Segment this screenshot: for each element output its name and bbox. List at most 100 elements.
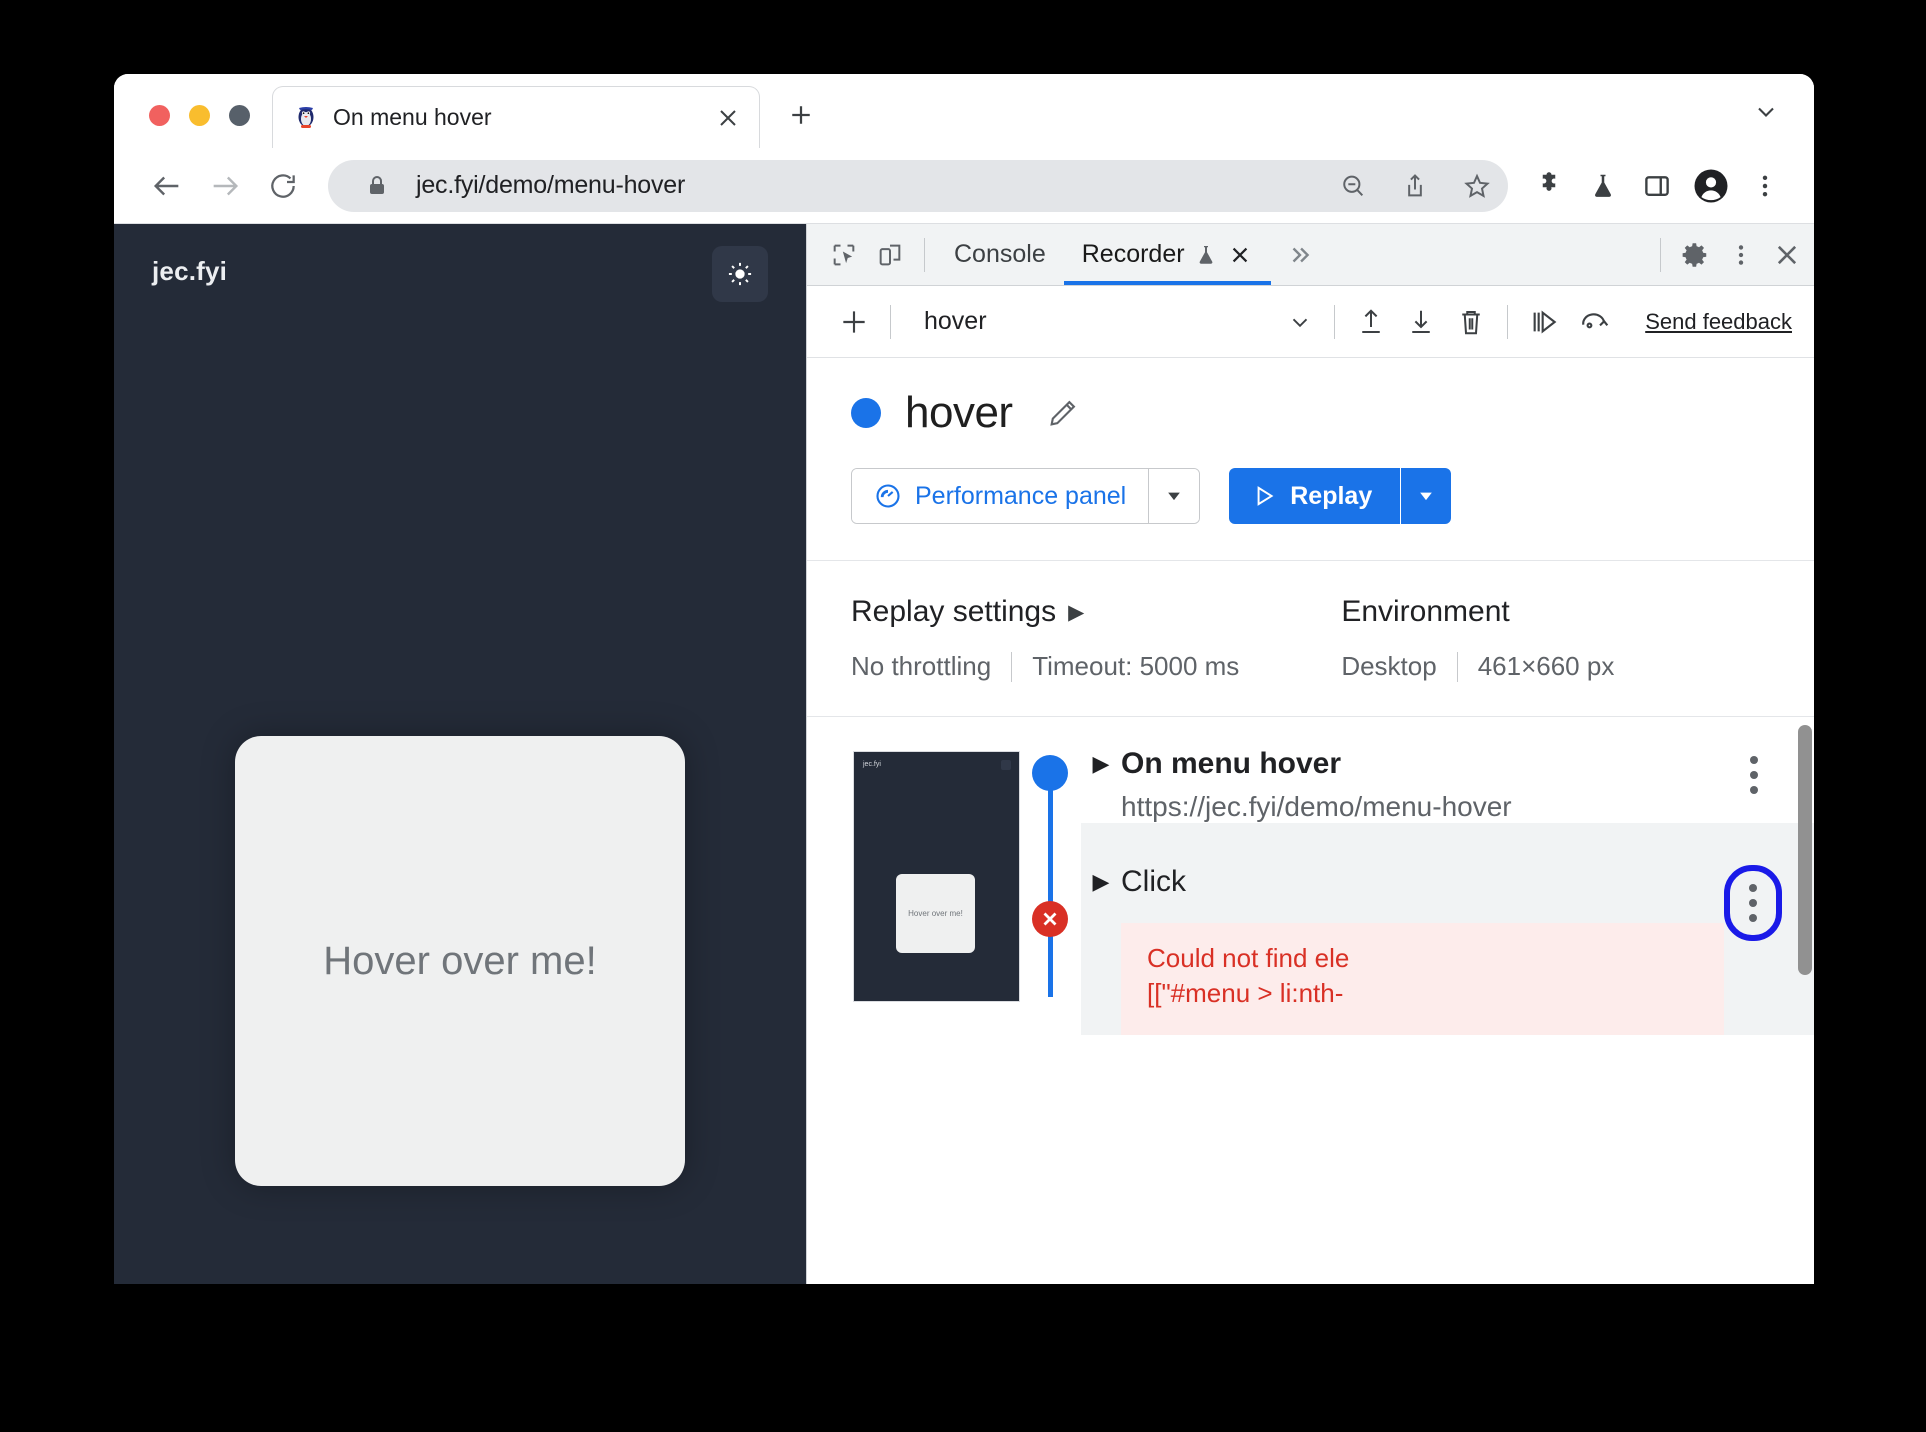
browser-window: On menu hover jec.fyi/demo/menu-hover je… [114,74,1814,1284]
replay-environment-settings: Replay settings ▶ No throttling Timeout:… [807,561,1814,717]
steps-timeline [1019,717,1081,1035]
hover-target-card[interactable]: Hover over me! [235,736,685,1186]
share-icon[interactable] [1392,163,1438,209]
replay-button-label: Replay [1290,481,1373,510]
chevron-down-icon[interactable] [1744,90,1788,134]
error-x-icon [1032,901,1068,937]
window-controls[interactable] [114,105,272,148]
lock-icon [354,163,400,209]
step-error-line-1: Could not find ele [1147,943,1350,973]
web-page-viewport: jec.fyi Hover over me! [114,224,806,1284]
sun-icon[interactable] [712,246,768,302]
step-screenshot-thumbnail[interactable]: jec.fyi Hover over me! [853,751,1020,1002]
thumbnail-hover-card: Hover over me! [896,874,975,953]
gear-icon[interactable] [1672,232,1718,278]
chevron-double-right-icon[interactable] [1277,232,1323,278]
close-window-button[interactable] [149,105,170,126]
plus-icon[interactable] [829,297,879,347]
step-error-message: Could not find ele [["#menu > li:nth- [1121,923,1724,1036]
arrow-left-icon[interactable] [138,157,196,215]
play-step-icon[interactable] [1519,297,1569,347]
device-value: Desktop [1341,651,1437,681]
new-tab-button[interactable] [778,92,824,138]
three-dot-menu-icon[interactable] [1726,747,1782,803]
close-icon[interactable] [1227,242,1253,268]
side-panel-icon[interactable] [1630,159,1684,213]
address-bar-url: jec.fyi/demo/menu-hover [416,171,686,199]
replay-split-button[interactable]: Replay [1229,468,1452,524]
steps-scrollbar[interactable] [1798,717,1812,1284]
browser-tab-title: On menu hover [333,104,492,130]
replay-dropdown[interactable] [1401,468,1452,524]
replay-settings-toggle[interactable]: Replay settings ▶ [851,595,1259,629]
performance-panel-split-button[interactable]: Performance panel [851,468,1201,524]
close-icon[interactable] [1764,232,1810,278]
flask-icon [1194,243,1218,267]
download-icon[interactable] [1396,297,1446,347]
reload-icon[interactable] [254,157,312,215]
minimize-window-button[interactable] [189,105,210,126]
three-dot-menu-icon[interactable] [1738,159,1792,213]
steps-content: ▶ On menu hover https://jec.fyi/demo/men… [1081,717,1814,1036]
chevron-down-icon[interactable] [1277,299,1323,345]
screenshot-root: On menu hover jec.fyi/demo/menu-hover je… [0,0,1926,1432]
performance-panel-dropdown[interactable] [1149,469,1200,523]
star-icon[interactable] [1454,163,1500,209]
devtools-panel: Console Recorder hover Send feedback hov… [806,224,1814,1284]
devtools-tabbar-actions [1649,232,1810,278]
pencil-icon[interactable] [1043,393,1083,433]
tab-recorder[interactable]: Recorder [1063,225,1271,285]
three-dot-menu-icon[interactable] [1724,865,1782,941]
step-error-line-2: [["#menu > li:nth- [1147,978,1344,1009]
devtools-tab-bar: Console Recorder [807,224,1814,286]
step-click-body: Click Could not find ele [["#menu > li:n… [1121,865,1724,1036]
step-navigate[interactable]: ▶ On menu hover https://jec.fyi/demo/men… [1081,717,1814,823]
step-title: On menu hover [1121,747,1342,780]
triangle-right-icon[interactable]: ▶ [1081,747,1121,777]
recording-selector-label[interactable]: hover [924,307,987,336]
device-toggle-icon[interactable] [867,232,913,278]
tab-console[interactable]: Console [936,225,1064,285]
three-dot-menu-icon[interactable] [1718,232,1764,278]
replay-settings-values: No throttling Timeout: 5000 ms [851,651,1259,682]
account-avatar-icon[interactable] [1684,159,1738,213]
penguin-favicon [293,105,319,131]
thumbnail-card-label: Hover over me! [908,909,963,918]
scrollbar-thumb[interactable] [1798,725,1812,975]
send-feedback-link[interactable]: Send feedback [1645,309,1792,335]
inspect-cursor-icon[interactable] [821,232,867,278]
puzzle-icon[interactable] [1522,159,1576,213]
zoom-out-icon[interactable] [1330,163,1376,209]
environment-label: Environment [1341,595,1510,628]
recorder-toolbar: hover Send feedback [807,286,1814,358]
step-title: Click [1121,865,1186,898]
hover-card-label: Hover over me! [323,938,597,983]
timeout-value: Timeout: 5000 ms [1032,651,1240,681]
recording-steps-list: jec.fyi Hover over me! ▶ On menu hover h… [807,717,1814,1284]
maximize-window-button[interactable] [229,105,250,126]
thumbnail-brand: jec.fyi [863,761,881,768]
replay-button[interactable]: Replay [1229,468,1401,524]
close-icon[interactable] [711,101,745,135]
timeline-connector [1048,777,1053,997]
toolbar-divider [890,304,891,339]
browser-tab[interactable]: On menu hover [272,86,760,148]
replay-slow-icon[interactable] [1569,297,1619,347]
toolbar-divider [1334,304,1336,339]
steps-row: jec.fyi Hover over me! ▶ On menu hover h… [807,717,1814,1036]
flask-icon[interactable] [1576,159,1630,213]
kebab-dots [1750,756,1758,794]
step-click[interactable]: ▶ Click Could not find ele [["#menu > li… [1081,823,1814,1036]
triangle-right-icon[interactable]: ▶ [1081,865,1121,895]
upload-icon[interactable] [1346,297,1396,347]
thumbnail-sun-icon [1001,760,1011,770]
throttling-value: No throttling [851,651,992,681]
environment-column: Environment Desktop 461×660 px [1341,595,1634,682]
performance-panel-button[interactable]: Performance panel [852,469,1149,523]
arrow-right-icon[interactable] [196,157,254,215]
tab-recorder-label: Recorder [1081,240,1185,268]
triangle-right-icon: ▶ [1068,600,1085,624]
content-split: jec.fyi Hover over me! Console Recorder … [114,224,1814,1284]
address-bar[interactable]: jec.fyi/demo/menu-hover [328,159,1508,212]
trash-icon[interactable] [1446,297,1496,347]
